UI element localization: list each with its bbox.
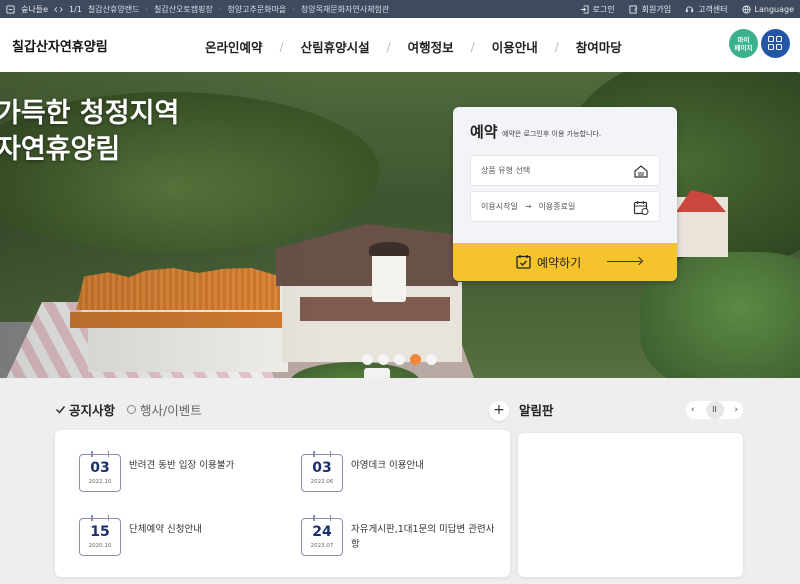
site-logo[interactable]: 칠갑산자연휴양림 [12, 36, 108, 55]
hero-tagline-line1: 가득한 청정지역 [0, 98, 180, 129]
board-title: 알림판 [519, 403, 554, 418]
family-site-link[interactable]: 청양목재문화자연사체험관 [301, 4, 389, 15]
date-badge: 24 2023.07 [301, 515, 343, 556]
nav-divider: / [554, 39, 559, 54]
slide-dot-active[interactable] [410, 354, 421, 365]
family-site-link[interactable]: 칠갑산휴양랜드 [88, 4, 140, 15]
nav-forest-facilities[interactable]: 산림휴양시설 [301, 37, 370, 56]
reservation-title: 예약 [470, 123, 498, 141]
slide-dot[interactable] [394, 354, 405, 365]
mypage-label-2: 페이지 [734, 44, 753, 52]
reservation-note: 예약은 로그인후 이용 가능합니다. [502, 130, 602, 138]
notice-year-month: 2022.10 [88, 479, 112, 485]
end-date-label: 이용종료일 [538, 202, 576, 211]
board-prev-button[interactable]: ‹ [691, 405, 695, 415]
hero-tagline: 가득한 청정지역 자연휴양림 [0, 96, 179, 168]
globe-icon [741, 4, 751, 14]
nav-divider: / [470, 39, 475, 54]
more-notices-button[interactable]: + [489, 401, 509, 421]
start-date-label: 이용시작일 [481, 202, 518, 211]
login-label: 로그인 [592, 4, 615, 14]
calendar-check-icon [516, 255, 531, 269]
date-arrow: → [524, 202, 532, 211]
prev-next-icon[interactable] [54, 5, 63, 14]
notice-year-month: 2022.06 [310, 479, 334, 485]
tab-notice[interactable]: 공지사항 [55, 400, 115, 419]
notice-day: 03 [90, 460, 110, 476]
nav-travel-info[interactable]: 여행정보 [408, 37, 454, 56]
board-panel [518, 433, 743, 577]
tab-notice-label: 공지사항 [69, 403, 116, 418]
tab-events-label: 행사/이벤트 [140, 403, 202, 418]
nav-divider: / [279, 39, 284, 54]
notice-tabs: 공지사항 행사/이벤트 [55, 400, 202, 419]
home-icon [6, 4, 15, 14]
notice-day: 24 [312, 524, 332, 540]
utility-bar: 숲나들e 1/1 칠갑산휴양랜드 · 칠갑산오토캠핑장 · 청양고추문화마을 ·… [0, 0, 800, 18]
mypage-label-1: 마이 [737, 36, 750, 44]
calendar-clock-icon [633, 201, 649, 215]
login-link[interactable]: 로그인 [580, 4, 615, 15]
language-label: Language [754, 4, 794, 14]
board-pause-button[interactable]: II [705, 401, 724, 419]
notice-year-month: 2020.10 [88, 543, 112, 549]
all-menu-button[interactable] [761, 29, 790, 58]
notice-list: 03 2022.10 반려견 동반 입장 이용불가 03 2022.06 야영데… [55, 430, 510, 577]
book-button-label: 예약하기 [537, 256, 582, 270]
nav-divider: / [386, 39, 391, 54]
house-icon [634, 165, 648, 178]
page-indicator: 1/1 [69, 4, 82, 14]
book-button[interactable]: 예약하기 [453, 243, 677, 281]
support-label: 고객센터 [698, 4, 728, 14]
slide-indicators [362, 354, 437, 365]
notice-title[interactable]: 단체예약 신청안내 [129, 522, 202, 537]
site-header: 칠갑산자연휴양림 온라인예약 / 산림휴양시설 / 여행정보 / 이용안내 / … [0, 18, 800, 72]
board-next-button[interactable]: › [734, 405, 738, 415]
product-type-label: 상품 유형 선택 [481, 166, 531, 175]
notice-year-month: 2023.07 [310, 543, 334, 549]
date-badge: 15 2020.10 [79, 515, 121, 556]
hero-tagline-line2: 자연휴양림 [0, 134, 121, 165]
signup-label: 회원가입 [641, 4, 672, 14]
check-icon [56, 406, 66, 414]
slide-dot[interactable] [362, 354, 373, 365]
radio-icon [127, 405, 137, 414]
date-badge: 03 2022.06 [301, 451, 343, 492]
notice-title[interactable]: 자유게시판,1대1문의 미답변 관련사항 [351, 522, 501, 552]
support-link[interactable]: 고객센터 [685, 4, 728, 15]
notice-day: 03 [312, 460, 332, 476]
login-icon [580, 4, 589, 14]
notice-day: 15 [90, 524, 110, 540]
date-range-picker[interactable]: 이용시작일 → 이용종료일 [470, 191, 660, 222]
nav-community[interactable]: 참여마당 [576, 37, 622, 56]
nav-online-reservation[interactable]: 온라인예약 [205, 37, 263, 56]
notice-title[interactable]: 야영데크 이용안내 [351, 458, 424, 473]
date-badge: 03 2022.10 [79, 451, 121, 492]
reservation-panel: 예약 예약은 로그인후 이용 가능합니다. 상품 유형 선택 이용시작일 → 이… [453, 107, 677, 281]
family-site-link[interactable]: 청양고추문화마을 [227, 4, 286, 15]
board-slider-controls: ‹ II › [686, 401, 743, 419]
slide-dot[interactable] [426, 354, 437, 365]
language-selector[interactable]: Language [741, 4, 794, 14]
signup-link[interactable]: 회원가입 [629, 4, 671, 15]
tab-events[interactable]: 행사/이벤트 [127, 400, 202, 419]
product-type-select[interactable]: 상품 유형 선택 [470, 155, 660, 186]
main-nav: 온라인예약 / 산림휴양시설 / 여행정보 / 이용안내 / 참여마당 [205, 37, 622, 56]
notice-title[interactable]: 반려견 동반 입장 이용불가 [129, 458, 234, 473]
family-site-link[interactable]: 칠갑산오토캠핑장 [154, 4, 213, 15]
slide-dot[interactable] [378, 354, 389, 365]
signup-icon [629, 4, 638, 14]
hero-banner: 가득한 청정지역 자연휴양림 [0, 72, 800, 378]
nav-usage-guide[interactable]: 이용안내 [492, 37, 538, 56]
headset-icon [685, 5, 694, 12]
mypage-button[interactable]: 마이 페이지 [729, 29, 758, 58]
home-link[interactable]: 숲나들e [21, 4, 48, 15]
